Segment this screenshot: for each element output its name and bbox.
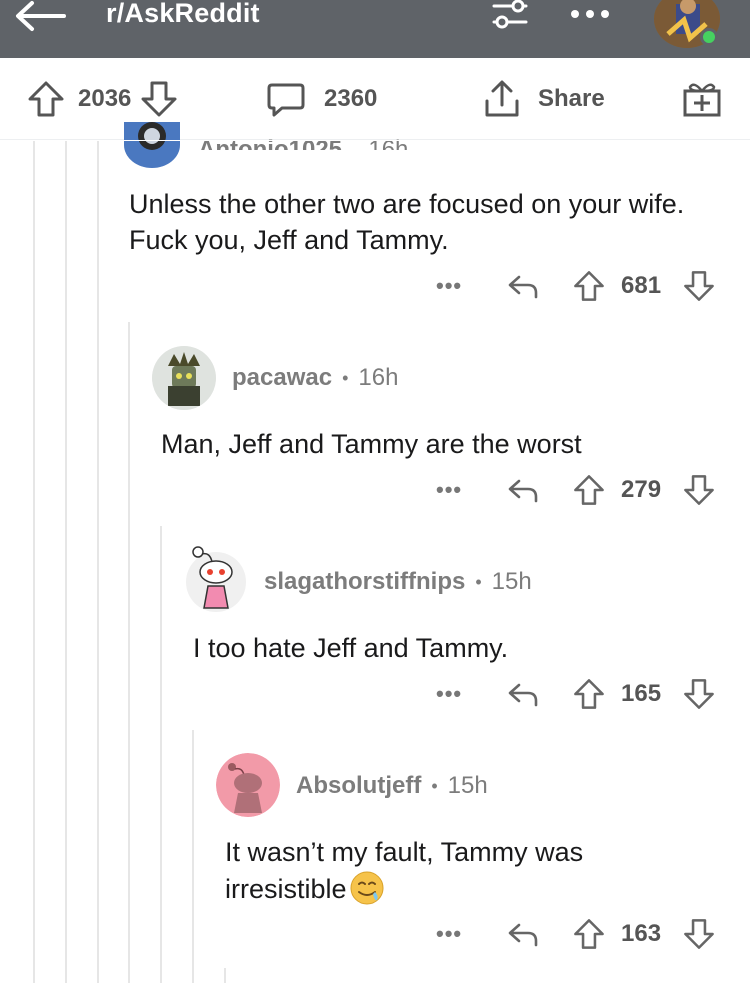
upvote-icon [574,679,604,709]
thread-line[interactable] [97,140,99,983]
filter-button[interactable] [490,0,530,30]
post-vote-group: 2036 [26,78,179,120]
comment-meta: slagathorstiffnips • 15h [264,568,532,596]
comment-downvote-button[interactable] [682,266,716,306]
comment-more-button[interactable]: ••• [436,914,462,954]
thread-line[interactable] [65,140,67,983]
comment-score: 163 [621,920,662,947]
comment-author[interactable]: pacawac [232,364,332,392]
downvote-icon [684,679,714,709]
upvote-icon [574,919,604,949]
downvote-icon [684,475,714,505]
comment-age: 15h [447,772,488,799]
comments-button[interactable]: 2360 [266,78,377,120]
separator-dot: • [342,367,349,388]
avatar-image [124,122,180,168]
downvote-icon[interactable] [139,79,179,119]
thread-line[interactable] [192,730,194,983]
subreddit-title[interactable]: r/AskReddit [106,0,260,29]
reply-icon [508,275,538,299]
back-arrow-icon [16,1,66,31]
comment-age: 16h [358,364,399,391]
reply-icon [508,683,538,707]
comment-author[interactable]: Antonio1025 [198,136,342,150]
comment-actions: ••• 163 [430,914,730,954]
thread-line[interactable] [160,526,162,983]
thread-line[interactable] [224,968,226,983]
reply-icon [508,479,538,503]
comment-more-button[interactable]: ••• [436,674,462,714]
comment-downvote-button[interactable] [682,470,716,510]
comment-body-line: It wasn’t my fault, Tammy was [225,837,584,867]
more-icon [571,10,609,18]
upvote-icon [574,475,604,505]
comment-actions: ••• 165 [430,674,730,714]
comment-meta: Absolutjeff • 15h [296,772,488,800]
comment-age: 16h [368,136,409,150]
comment-actions: ••• 681 [430,266,730,306]
comment-upvote-button[interactable] [572,674,606,714]
comment-body-line: irresistible [225,874,347,904]
thread-line[interactable] [128,322,130,983]
reply-button[interactable] [506,674,540,714]
comment-downvote-button[interactable] [682,674,716,714]
comment-author[interactable]: slagathorstiffnips [264,568,465,596]
comment-upvote-button[interactable] [572,914,606,954]
comment-body: It wasn’t my fault, Tammy was irresistib… [225,834,705,907]
gift-icon [683,83,721,117]
avatar-image [152,346,216,410]
separator-dot: • [352,143,358,150]
comment-meta: pacawac • 16h [232,364,398,392]
comment-body: Unless the other two are focused on your… [129,189,685,255]
comment-upvote-button[interactable] [572,470,606,510]
snoo-avatar-icon [186,546,246,612]
comment-author[interactable]: Absolutjeff [296,772,421,800]
back-button[interactable] [14,0,66,34]
separator-dot: • [475,571,482,592]
comment-more-button[interactable]: ••• [436,266,462,306]
comment-score: 681 [621,272,662,299]
comment-more-button[interactable]: ••• [436,470,462,510]
downvote-icon [684,271,714,301]
award-button[interactable] [682,78,722,120]
thread-line[interactable] [33,140,35,983]
comment-icon [267,83,305,117]
separator-dot: • [431,775,438,796]
reply-button[interactable] [506,914,540,954]
upvote-icon[interactable] [26,79,66,119]
share-button[interactable]: Share [482,78,605,120]
downvote-icon [684,919,714,949]
drooling-face-emoji-icon [350,871,384,905]
comment-upvote-button[interactable] [572,266,606,306]
more-options-button[interactable] [569,2,611,26]
comment-actions: ••• 279 [430,470,730,510]
comment-avatar[interactable] [152,346,216,410]
reply-button[interactable] [506,266,540,306]
snoo-avatar-icon [216,753,280,817]
comment-downvote-button[interactable] [682,914,716,954]
comment-avatar[interactable] [216,753,280,817]
comment-meta: Antonio1025 • 16h [198,122,408,150]
comment-score: 165 [621,680,662,707]
online-status-indicator [700,28,718,46]
comment-avatar[interactable] [184,546,248,612]
reply-icon [508,923,538,947]
comment-body: Man, Jeff and Tammy are the worst [161,429,582,459]
top-nav: r/AskReddit [0,0,750,58]
filter-icon [492,0,528,29]
post-upvote-count: 2036 [78,85,132,112]
comment-body: I too hate Jeff and Tammy. [193,633,509,663]
comment-avatar[interactable] [124,122,180,168]
comment-age: 15h [491,568,532,595]
share-icon [485,80,519,117]
comment-score: 279 [621,476,662,503]
share-label: Share [538,85,605,112]
reply-button[interactable] [506,470,540,510]
comment-count: 2360 [324,85,378,112]
upvote-icon [574,271,604,301]
